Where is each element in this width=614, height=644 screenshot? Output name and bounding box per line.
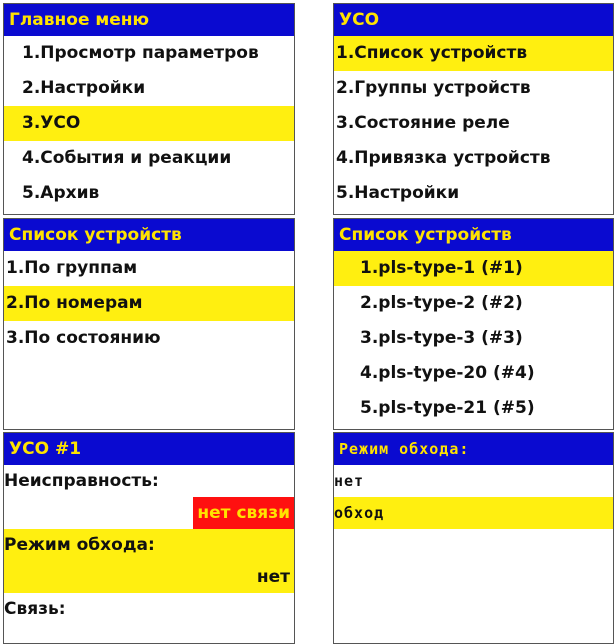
main-menu-item-settings[interactable]: 2.Настройки (4, 71, 294, 106)
device-list-item-3[interactable]: 3.pls-type-3 (#3) (334, 321, 613, 356)
uso-menu-item-device-binding[interactable]: 4.Привязка устройств (334, 141, 613, 176)
uso-menu-title: УСО (334, 4, 613, 36)
device-list-item-5[interactable]: 5.pls-type-21 (#5) (334, 391, 613, 426)
bypass-mode-label[interactable]: Режим обхода: (4, 529, 294, 561)
uso-device-title: УСО #1 (4, 433, 294, 465)
device-list-screen: Список устройств 1.pls-type-1 (#1) 2.pls… (333, 218, 614, 430)
device-list-title: Список устройств (334, 219, 613, 251)
main-menu-item-view-params[interactable]: 1.Просмотр параметров (4, 36, 294, 71)
uso-device-screen: УСО #1 Неисправность: нет связи Режим об… (3, 432, 295, 644)
main-menu-item-archive[interactable]: 5.Архив (4, 176, 294, 211)
bypass-mode-value: нет (256, 567, 290, 587)
device-list-item-2[interactable]: 2.pls-type-2 (#2) (334, 286, 613, 321)
bypass-mode-title: Режим обхода: (334, 433, 613, 465)
device-list-item-4[interactable]: 4.pls-type-20 (#4) (334, 356, 613, 391)
device-list-menu-item-by-groups[interactable]: 1.По группам (4, 251, 294, 286)
fault-label: Неисправность: (4, 471, 159, 491)
device-list-menu-screen: Список устройств 1.По группам 2.По номер… (3, 218, 295, 430)
main-menu-screen: Главное меню 1.Просмотр параметров 2.Нас… (3, 3, 295, 215)
uso-menu-item-device-groups[interactable]: 2.Группы устройств (334, 71, 613, 106)
main-menu-title: Главное меню (4, 4, 294, 36)
bypass-option-bypass[interactable]: обход (334, 497, 613, 529)
main-menu-item-events[interactable]: 4.События и реакции (4, 141, 294, 176)
device-list-menu-item-by-numbers[interactable]: 2.По номерам (4, 286, 294, 321)
uso-menu-item-relay-state[interactable]: 3.Состояние реле (334, 106, 613, 141)
fault-value-row: нет связи (4, 497, 294, 529)
device-list-menu-title: Список устройств (4, 219, 294, 251)
main-menu-item-uso[interactable]: 3.УСО (4, 106, 294, 141)
bypass-mode-screen: Режим обхода: нет обход (333, 432, 614, 644)
bypass-mode-value-row[interactable]: нет (4, 561, 294, 593)
uso-menu-item-settings[interactable]: 5.Настройки (334, 176, 613, 211)
device-list-item-1[interactable]: 1.pls-type-1 (#1) (334, 251, 613, 286)
link-label: Связь: (4, 599, 66, 619)
bypass-option-none[interactable]: нет (334, 465, 613, 497)
fault-status-badge: нет связи (193, 497, 294, 529)
uso-menu-screen: УСО 1.Список устройств 2.Группы устройст… (333, 3, 614, 215)
device-list-menu-item-by-state[interactable]: 3.По состоянию (4, 321, 294, 356)
uso-menu-item-device-list[interactable]: 1.Список устройств (334, 36, 613, 71)
